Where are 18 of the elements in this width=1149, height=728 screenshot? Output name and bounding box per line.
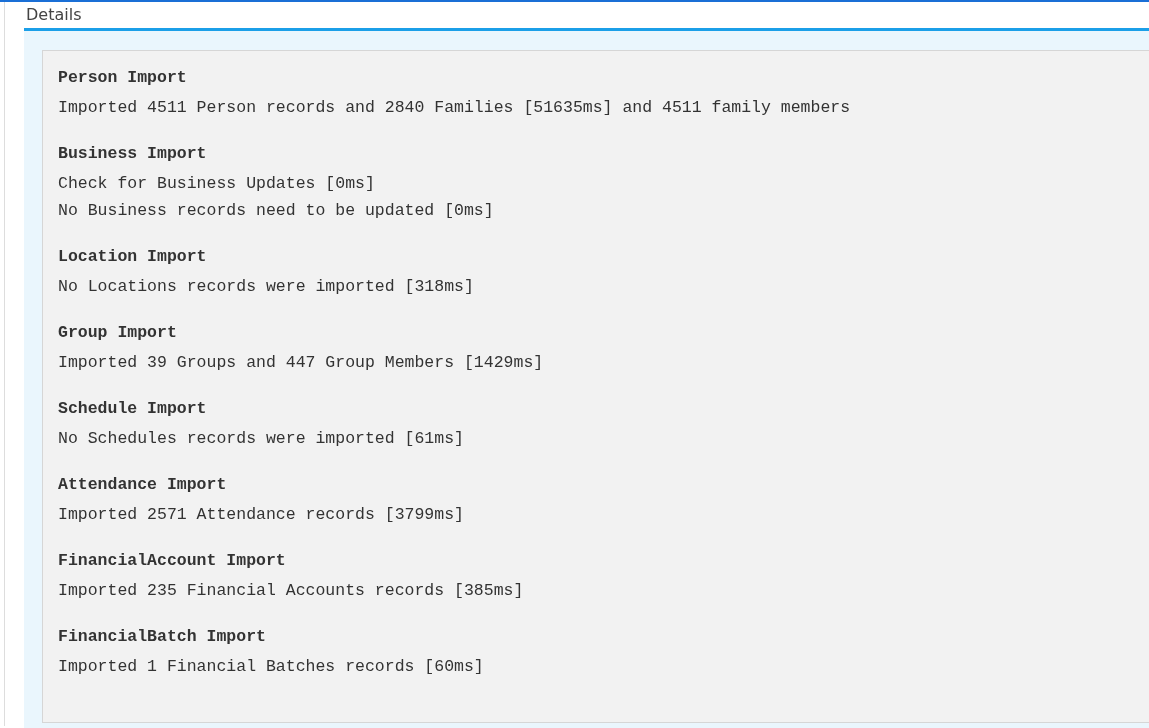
log-line: Imported 39 Groups and 447 Group Members [1429ms] — [58, 352, 545, 374]
log-line: Imported 4511 Person records and 2840 Families [51635ms] and 4511 family members — [58, 97, 852, 119]
log-section-title: FinancialBatch Import — [58, 626, 267, 648]
log-section-title: Schedule Import — [58, 398, 208, 420]
log-section-title: Business Import — [58, 143, 208, 165]
log-line: No Schedules records were imported [61ms] — [58, 428, 465, 450]
section-title: Details — [25, 4, 83, 26]
log-line: No Business records need to be updated [0ms] — [58, 200, 495, 222]
log-section-title: Group Import — [58, 322, 178, 344]
log-section-title: Person Import — [58, 67, 188, 89]
log-section-title: FinancialAccount Import — [58, 550, 287, 572]
log-line: Imported 235 Financial Accounts records [385ms] — [58, 580, 525, 602]
log-section-title: Location Import — [58, 246, 208, 268]
log-line: Check for Business Updates [0ms] — [58, 173, 376, 195]
log-line: No Locations records were imported [318ms] — [58, 276, 475, 298]
log-section-title: Attendance Import — [58, 474, 228, 496]
log-line: Imported 1 Financial Batches records [60ms] — [58, 656, 485, 678]
log-line: Imported 2571 Attendance records [3799ms] — [58, 504, 465, 526]
